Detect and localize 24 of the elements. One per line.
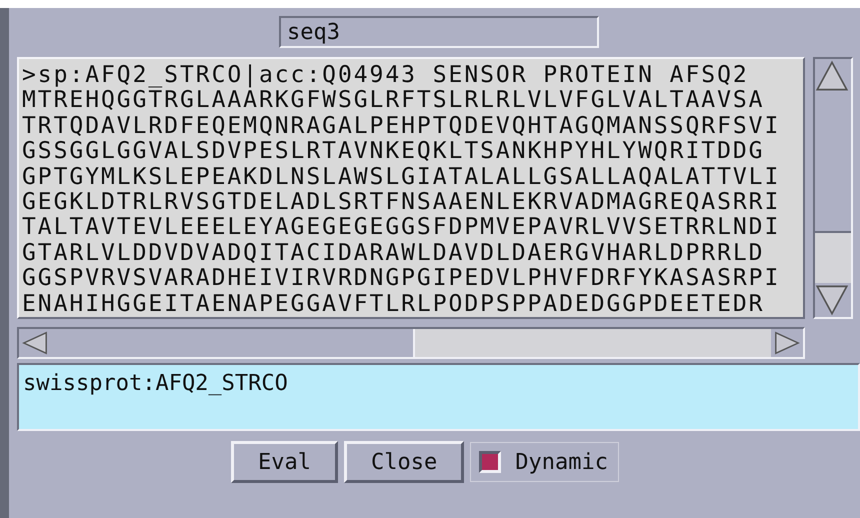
sequence-line: GPTGYMLKSLEPEAKDLNSLAWSLGIATALALLGSALLAQALATTVLI bbox=[22, 164, 782, 190]
down-arrow-icon[interactable] bbox=[815, 283, 849, 317]
vertical-scrollbar[interactable] bbox=[813, 57, 853, 319]
sequence-line: TALTAVTEVLEEELEYAGEGEGEGGSFDPMVEPAVRLVVSETRRLNDI bbox=[22, 215, 782, 241]
sequence-line: TRTQDAVLRDFEQEMQNRAGALPEHPTQDEVQHTAGQMANSSQRFSVI bbox=[22, 114, 782, 140]
sequence-line: MTREHQGGTRGLAAARKGFWSGLRFTSLRLRLVLVFGLVALTAAVSA bbox=[22, 88, 766, 114]
scroll-thumb[interactable] bbox=[815, 231, 851, 283]
title-field[interactable]: seq3 bbox=[279, 16, 599, 48]
sequence-line: GEGKLDTRLRVSGTDELADLSRTFNSAAENLEKRVADMAGREQASRRI bbox=[22, 190, 782, 216]
command-field[interactable]: swissprot:AFQ2_STRCO bbox=[17, 363, 860, 431]
sequence-line: ENAHIHGGEITAENAPEGGAVFTLRLPODPSPPADEDGGPDEETEDR bbox=[22, 292, 766, 317]
sequence-line: >sp:AFQ2_STRCO|acc:Q04943 SENSOR PROTEIN AFSQ2 bbox=[22, 63, 750, 88]
command-text: swissprot:AFQ2_STRCO bbox=[23, 371, 288, 396]
sequence-line: GSSGGLGGVALSDVPESLRTAVNKEQKLTSANKHPYHLYWQRITDDG bbox=[22, 139, 766, 165]
dynamic-toggle[interactable]: Dynamic bbox=[470, 442, 619, 482]
sequence-text-area[interactable] bbox=[17, 57, 805, 319]
checkbox-label: Dynamic bbox=[515, 450, 608, 474]
action-button[interactable]: Eval bbox=[231, 441, 338, 483]
action-button[interactable]: Close bbox=[344, 441, 464, 483]
checkbox[interactable] bbox=[479, 451, 502, 473]
up-arrow-icon[interactable] bbox=[815, 59, 849, 93]
sequence-line: GTARLVLDDVDVADQITACIDARAWLDAVDLDAERGVHARLDPRRLD bbox=[22, 240, 766, 266]
horizontal-scrollbar[interactable] bbox=[17, 327, 805, 359]
sequence-line: GGSPVRVSVARADHEIVIRVRDNGPGIPEDVLPHVFDRFYKASASRPI bbox=[22, 266, 782, 292]
